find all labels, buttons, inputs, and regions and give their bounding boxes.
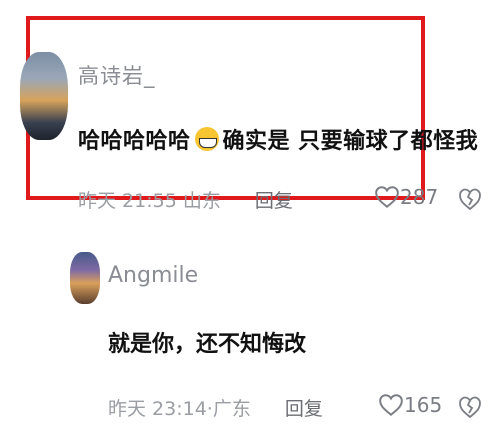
comment-meta: 昨天 23:14·广东 回复 [108,398,323,420]
like-button[interactable]: 165 [378,393,442,417]
comment-text: 就是你，还不知悔改 [108,332,307,357]
grinning-face-icon [194,127,219,151]
dislike-heart-icon[interactable] [458,394,482,420]
avatar[interactable] [20,52,68,140]
like-button[interactable]: 287 [374,185,438,209]
comment-text: 哈哈哈哈哈 确实是 只要输球了都怪我 [78,123,478,155]
comment-text-part: 确实是 只要输球了都怪我 [222,129,479,154]
comment-time: 昨天 23:14 [108,398,207,420]
heart-icon [379,394,403,417]
reply-button[interactable]: 回复 [255,190,293,212]
dislike-heart-icon[interactable] [458,186,482,212]
like-count: 287 [400,185,439,209]
comment-meta: 昨天 21:55 山东 回复 [78,186,293,213]
comment-username[interactable]: 高诗岩_ [78,60,156,90]
comment-text-part: 哈哈哈哈哈 [78,129,191,154]
like-count: 165 [404,393,443,417]
avatar[interactable] [70,252,100,304]
comment-location: 广东 [212,398,251,420]
highlight-box [26,16,425,200]
comment-location: 山东 [182,190,221,212]
comment-username[interactable]: Angmile [108,263,198,288]
comment-time: 昨天 21:55 [78,190,177,212]
reply-button[interactable]: 回复 [285,398,323,420]
heart-icon [375,186,399,209]
